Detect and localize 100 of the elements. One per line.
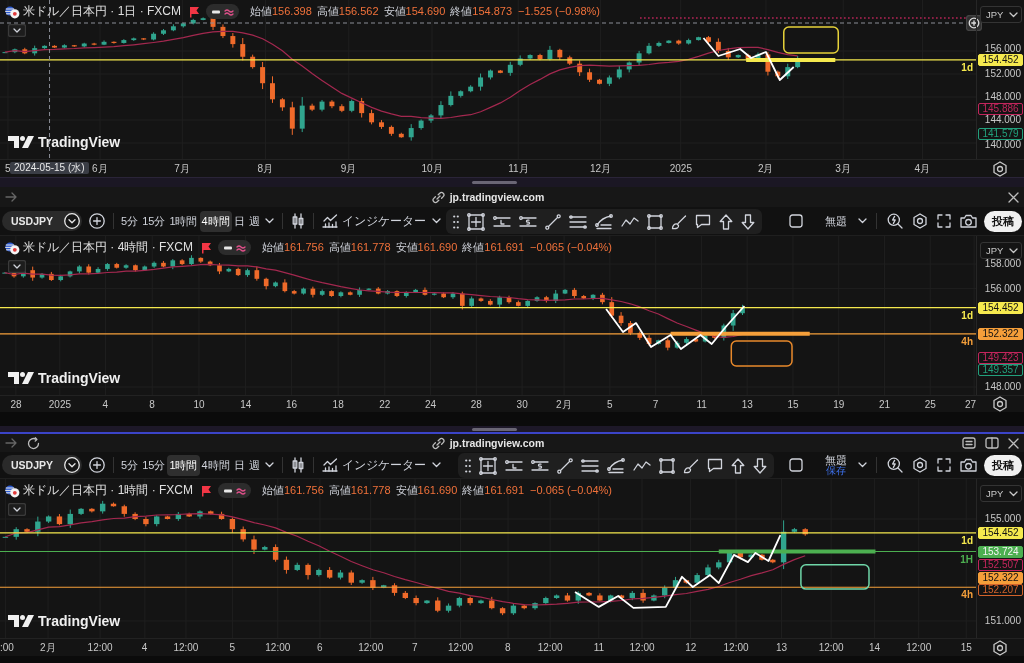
settings-icon[interactable] xyxy=(992,639,1008,656)
grid-square-icon[interactable] xyxy=(467,212,485,231)
camera-icon[interactable] xyxy=(959,458,977,472)
sidebar-icon[interactable] xyxy=(985,437,999,449)
fullscreen-icon[interactable] xyxy=(936,214,951,228)
forward-arrow-icon[interactable] xyxy=(5,438,17,448)
time-label: 7 xyxy=(652,399,659,410)
quick-search-icon[interactable] xyxy=(886,213,903,229)
candlestick-icon[interactable] xyxy=(290,213,305,229)
price-line-icon[interactable] xyxy=(519,214,537,229)
arrow-down-icon[interactable] xyxy=(753,457,767,474)
caret-icon[interactable] xyxy=(857,462,867,468)
interval-button[interactable]: 週 xyxy=(246,210,262,232)
status-pill[interactable] xyxy=(206,4,239,19)
publish-button[interactable]: 投稿 xyxy=(984,454,1022,476)
layout-name-button[interactable]: 無題 保存 xyxy=(819,454,853,476)
trend-line-icon[interactable] xyxy=(557,457,573,474)
comment-icon[interactable] xyxy=(695,214,711,229)
horizontal-line-icon[interactable] xyxy=(505,458,523,473)
arrow-up-icon[interactable] xyxy=(719,213,733,230)
resize-handle[interactable] xyxy=(472,427,517,431)
parallel-lines-icon[interactable] xyxy=(569,214,587,229)
close-icon[interactable] xyxy=(1008,191,1019,203)
plus-circle-icon[interactable] xyxy=(89,213,105,229)
quick-search-icon[interactable] xyxy=(886,457,903,473)
comment-icon[interactable] xyxy=(707,458,723,473)
time-label: 9月 xyxy=(340,163,357,174)
rectangle-icon[interactable] xyxy=(647,213,663,230)
interval-button[interactable]: 15分 xyxy=(140,210,168,232)
indicators-button[interactable]: インジケーター xyxy=(318,214,429,228)
status-pill[interactable] xyxy=(218,240,251,255)
chevron-circle-icon[interactable] xyxy=(64,213,80,229)
price-label: 156.000 xyxy=(984,43,1021,54)
grid-square-icon[interactable] xyxy=(479,456,497,475)
arrow-down-icon[interactable] xyxy=(741,213,755,230)
brush-icon[interactable] xyxy=(683,457,699,474)
interval-button[interactable]: 日 xyxy=(231,454,247,476)
currency-dropdown[interactable]: JPY xyxy=(980,485,1022,502)
parallel-lines-icon[interactable] xyxy=(581,458,599,473)
plus-circle-icon[interactable] xyxy=(89,457,105,473)
caret-icon[interactable] xyxy=(264,462,274,468)
interval-button[interactable]: 1時間 xyxy=(167,210,200,232)
trend-line-icon[interactable] xyxy=(545,213,561,230)
currency-dropdown[interactable]: JPY xyxy=(980,242,1022,259)
grip-icon[interactable] xyxy=(465,458,471,473)
settings-icon[interactable] xyxy=(911,213,928,229)
status-pill[interactable] xyxy=(218,483,251,498)
layout-name-button[interactable]: 無題 xyxy=(819,215,853,227)
grip-icon[interactable] xyxy=(453,214,459,229)
caret-icon[interactable] xyxy=(264,218,274,224)
chevron-circle-icon[interactable] xyxy=(64,457,80,473)
horizontal-line-icon[interactable] xyxy=(493,214,511,229)
url-text[interactable]: jp.tradingview.com xyxy=(449,191,545,203)
reload-icon[interactable] xyxy=(27,436,40,450)
currency-dropdown[interactable]: JPY xyxy=(980,6,1022,23)
chevron-down-icon[interactable] xyxy=(8,260,26,273)
settings-icon[interactable] xyxy=(992,396,1008,412)
rectangle-icon[interactable] xyxy=(659,457,675,474)
price-line-icon[interactable] xyxy=(531,458,549,473)
interval-button[interactable]: 5分 xyxy=(119,210,141,232)
symbol-search-field[interactable]: USDJPY xyxy=(2,455,82,475)
caret-icon[interactable] xyxy=(857,218,867,224)
ohlc-value: 156.562 xyxy=(338,4,379,19)
interval-button[interactable]: 1時間 xyxy=(167,454,200,476)
camera-icon[interactable] xyxy=(959,214,977,228)
zigzag-icon[interactable] xyxy=(621,215,639,228)
curve-lines-icon[interactable] xyxy=(595,213,613,230)
close-icon[interactable] xyxy=(1008,437,1019,449)
indicators-button[interactable]: インジケーター xyxy=(318,458,429,472)
price-tag: 141.579 xyxy=(978,127,1023,140)
interval-button[interactable]: 5分 xyxy=(119,454,141,476)
interval-button[interactable]: 4時間 xyxy=(199,210,232,232)
interval-button[interactable]: 週 xyxy=(246,454,262,476)
url-text[interactable]: jp.tradingview.com xyxy=(449,437,545,449)
chevron-down-icon[interactable] xyxy=(8,503,26,516)
arrow-up-icon[interactable] xyxy=(731,457,745,474)
forward-arrow-icon[interactable] xyxy=(5,192,17,202)
interval-button[interactable]: 日 xyxy=(231,210,247,232)
resize-handle[interactable] xyxy=(472,181,517,184)
candlestick-icon[interactable] xyxy=(290,457,305,473)
caret-icon[interactable] xyxy=(431,218,441,224)
square-icon[interactable] xyxy=(788,214,803,228)
publish-button[interactable]: 投稿 xyxy=(984,210,1022,232)
chevron-down-icon[interactable] xyxy=(8,24,26,37)
currency-flags-icon xyxy=(5,4,20,19)
fullscreen-icon[interactable] xyxy=(936,458,951,472)
reader-icon[interactable] xyxy=(962,437,976,449)
time-label: 6 xyxy=(316,642,323,653)
symbol-search-field[interactable]: USDJPY xyxy=(2,211,82,231)
brush-icon[interactable] xyxy=(671,213,687,230)
square-icon[interactable] xyxy=(788,458,803,472)
caret-icon[interactable] xyxy=(431,462,441,468)
interval-button[interactable]: 15分 xyxy=(140,454,168,476)
settings-icon[interactable] xyxy=(911,457,928,473)
settings-icon[interactable] xyxy=(992,160,1008,177)
interval-button[interactable]: 4時間 xyxy=(199,454,232,476)
zigzag-icon[interactable] xyxy=(633,459,651,472)
ohlc-label: 終値 xyxy=(450,4,473,19)
ohlc-label: 安値 xyxy=(383,4,406,19)
curve-lines-icon[interactable] xyxy=(607,457,625,474)
